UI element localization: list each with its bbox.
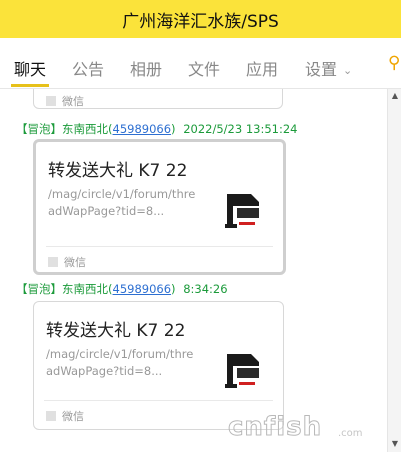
sender-suffix: ) (171, 282, 176, 296)
message-sender: 【冒泡】东南西北( (16, 282, 113, 296)
card-url: /mag/circle/v1/forum/threadWapPage?tid=8… (46, 347, 194, 378)
card-divider (46, 246, 273, 247)
card-source: 微信 (46, 408, 84, 424)
site-watermark-suffix: .com (338, 428, 363, 439)
scroll-up-arrow-icon[interactable]: ▲ (388, 91, 401, 100)
tab-announcements-label: 公告 (72, 60, 105, 79)
sender-qq-link[interactable]: 45989066 (113, 122, 172, 136)
card-source-label: 微信 (62, 95, 84, 108)
tab-album-label: 相册 (130, 60, 163, 79)
card-source-label: 微信 (62, 410, 84, 423)
link-card[interactable]: 转发送大礼 K7 22 /mag/circle/v1/forum/threadW… (33, 301, 284, 430)
sender-suffix: ) (171, 122, 176, 136)
card-divider (44, 400, 273, 401)
tab-settings[interactable]: 设置 ⌄ (305, 56, 352, 80)
tab-apps-label: 应用 (246, 60, 279, 79)
tab-files[interactable]: 文件 (188, 56, 220, 80)
sender-qq-link[interactable]: 45989066 (113, 282, 172, 296)
wechat-icon (48, 257, 58, 267)
message-time: 8:34:26 (183, 282, 228, 296)
card-source-label: 微信 (64, 256, 86, 269)
tab-chat[interactable]: 聊天 (14, 56, 46, 80)
bell-icon[interactable]: ⚲ (388, 53, 400, 73)
scroll-down-arrow-icon[interactable]: ▼ (388, 439, 401, 448)
chat-history[interactable]: 微信 【冒泡】东南西北(45989066) 2022/5/23 13:51:24… (0, 89, 387, 452)
card-title: 转发送大礼 K7 22 (48, 161, 188, 181)
card-url: /mag/circle/v1/forum/threadWapPage?tid=8… (48, 187, 196, 218)
tab-bar: 聊天 公告 相册 文件 应用 设置 ⌄ ⚲ (0, 38, 401, 89)
active-tab-indicator (11, 84, 49, 87)
message-sender: 【冒泡】东南西北( (16, 122, 113, 136)
tab-settings-label: 设置 (305, 60, 338, 79)
site-watermark: cnfish (227, 412, 323, 443)
product-thumbnail (221, 188, 267, 234)
wechat-icon (46, 411, 56, 421)
tab-album[interactable]: 相册 (130, 56, 162, 80)
chat-scrollbar[interactable]: ▲ ▼ (387, 89, 401, 452)
product-thumbnail (221, 348, 267, 394)
message-meta: 【冒泡】东南西北(45989066) 8:34:26 (16, 281, 228, 297)
chevron-down-icon: ⌄ (343, 64, 353, 77)
window-titlebar: 广州海洋汇水族/SPS (0, 0, 401, 38)
window-title: 广州海洋汇水族/SPS (122, 11, 279, 32)
link-card[interactable]: 微信 (33, 89, 283, 109)
message-meta: 【冒泡】东南西北(45989066) 2022/5/23 13:51:24 (16, 121, 297, 137)
tab-chat-label: 聊天 (14, 60, 47, 79)
tab-announcements[interactable]: 公告 (72, 56, 104, 80)
tab-apps[interactable]: 应用 (246, 56, 278, 80)
message-time: 2022/5/23 13:51:24 (183, 122, 298, 136)
card-title: 转发送大礼 K7 22 (46, 321, 186, 341)
card-source: 微信 (46, 93, 84, 109)
card-source: 微信 (48, 254, 86, 270)
tab-files-label: 文件 (188, 60, 221, 79)
link-card[interactable]: 转发送大礼 K7 22 /mag/circle/v1/forum/threadW… (33, 139, 286, 275)
wechat-icon (46, 96, 56, 106)
